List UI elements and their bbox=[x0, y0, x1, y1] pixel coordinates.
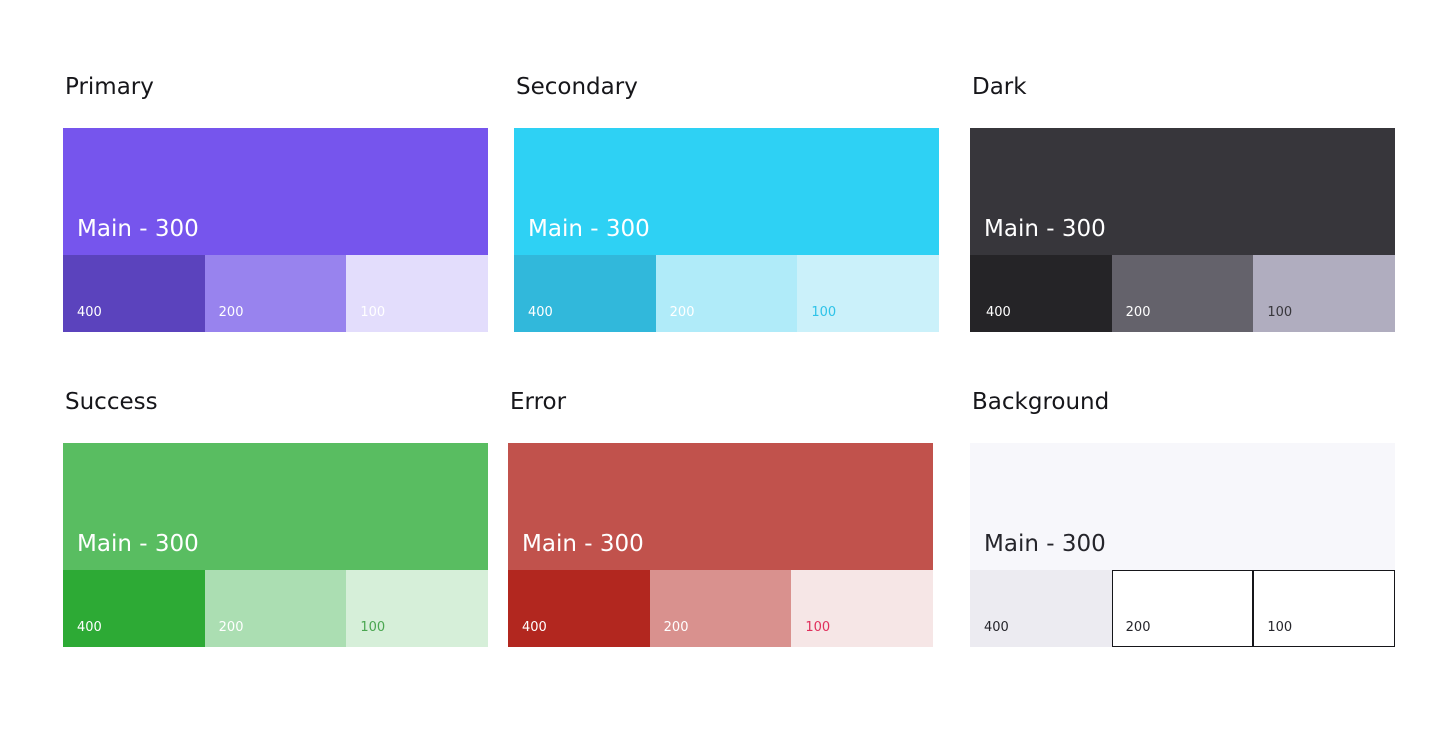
shade-label: 200 bbox=[218, 620, 244, 635]
palette-title: Success bbox=[65, 389, 158, 415]
shade-label: 200 bbox=[218, 305, 244, 320]
shade-swatch-100: 100 bbox=[791, 570, 933, 647]
main-swatch: Main - 300 bbox=[508, 443, 933, 570]
palette-title: Background bbox=[972, 389, 1110, 415]
shade-swatch-400: 400 bbox=[970, 255, 1112, 332]
shade-label: 400 bbox=[77, 620, 102, 635]
main-swatch-label: Main - 300 bbox=[522, 531, 644, 557]
main-swatch: Main - 300 bbox=[970, 128, 1395, 255]
color-palette: Main - 300 400 200 100 bbox=[63, 443, 488, 647]
shade-label: 400 bbox=[522, 620, 547, 635]
shade-swatch-100: 100 bbox=[797, 255, 939, 332]
shade-swatch-200: 200 bbox=[655, 255, 798, 332]
shade-swatch-100: 100 bbox=[346, 570, 488, 647]
main-swatch-label: Main - 300 bbox=[984, 216, 1106, 242]
shade-swatch-100: 100 bbox=[1253, 255, 1395, 332]
shade-label: 200 bbox=[1125, 620, 1151, 635]
shade-label: 400 bbox=[528, 305, 553, 320]
main-swatch: Main - 300 bbox=[63, 128, 488, 255]
shade-label: 400 bbox=[77, 305, 102, 320]
shade-label: 200 bbox=[663, 620, 689, 635]
main-swatch-label: Main - 300 bbox=[77, 531, 199, 557]
color-palette: Main - 300 400 200 100 bbox=[508, 443, 933, 647]
shade-label: 100 bbox=[805, 620, 831, 635]
shade-label: 100 bbox=[1267, 305, 1293, 320]
shade-swatch-100: 100 bbox=[346, 255, 488, 332]
shade-swatch-200: 200 bbox=[204, 255, 347, 332]
palette-title: Primary bbox=[65, 74, 154, 100]
shade-swatch-400: 400 bbox=[970, 570, 1112, 647]
main-swatch: Main - 300 bbox=[63, 443, 488, 570]
main-swatch: Main - 300 bbox=[514, 128, 939, 255]
shade-label: 400 bbox=[984, 620, 1009, 635]
color-palette: Main - 300 400 200 100 bbox=[514, 128, 939, 332]
main-swatch-label: Main - 300 bbox=[77, 216, 199, 242]
color-palette: Main - 300 400 200 100 bbox=[63, 128, 488, 332]
shade-label: 400 bbox=[986, 305, 1011, 320]
shade-swatch-200: 200 bbox=[204, 570, 347, 647]
shade-label: 200 bbox=[669, 305, 695, 320]
shade-label: 100 bbox=[360, 305, 386, 320]
shade-label: 100 bbox=[811, 305, 837, 320]
main-swatch-label: Main - 300 bbox=[984, 531, 1106, 557]
shade-swatch-100: 100 bbox=[1253, 570, 1395, 647]
shade-swatch-200: 200 bbox=[1111, 570, 1254, 647]
shade-swatch-200: 200 bbox=[649, 570, 792, 647]
palette-title: Dark bbox=[972, 74, 1027, 100]
shade-swatch-400: 400 bbox=[514, 255, 656, 332]
shade-swatch-400: 400 bbox=[63, 570, 205, 647]
palette-title: Secondary bbox=[516, 74, 638, 100]
shade-swatch-400: 400 bbox=[508, 570, 650, 647]
main-swatch: Main - 300 bbox=[970, 443, 1395, 570]
palette-title: Error bbox=[510, 389, 567, 415]
shade-label: 200 bbox=[1125, 305, 1151, 320]
shade-label: 100 bbox=[360, 620, 386, 635]
shade-swatch-400: 400 bbox=[63, 255, 205, 332]
main-swatch-label: Main - 300 bbox=[528, 216, 650, 242]
shade-label: 100 bbox=[1267, 620, 1293, 635]
color-palette: Main - 300 400 200 100 bbox=[970, 443, 1395, 647]
shade-swatch-200: 200 bbox=[1111, 255, 1254, 332]
color-palette: Main - 300 400 200 100 bbox=[970, 128, 1395, 332]
